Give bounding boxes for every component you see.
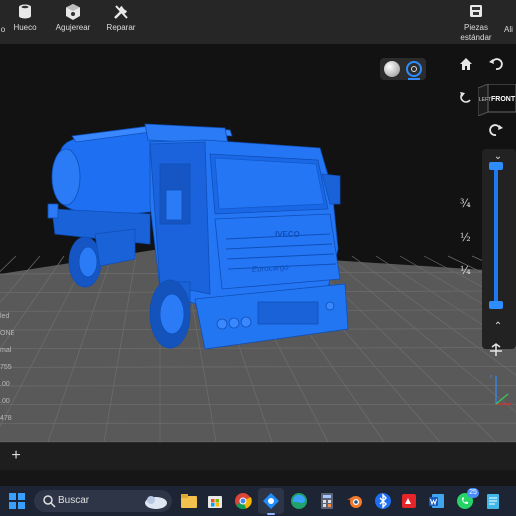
tool-partial-right-label: Ali — [504, 25, 513, 34]
status-line — [0, 470, 516, 486]
info-line: .00 — [0, 381, 10, 388]
info-line: led — [0, 313, 10, 320]
tool-drill-button[interactable]: Agujerear — [54, 0, 92, 44]
viewcube-left-face: LEFT — [479, 97, 492, 103]
microsoft-store-icon[interactable] — [206, 492, 224, 510]
rotate-cw-icon — [489, 124, 503, 136]
taskbar-search-box[interactable]: Buscar — [34, 490, 172, 512]
home-icon — [460, 58, 472, 70]
search-placeholder: Buscar — [58, 495, 90, 506]
zoom-label-three-quarters: ¾ — [460, 197, 471, 210]
top-toolbar: o Hueco Agujerear Reparar Piezas estánda… — [0, 0, 516, 44]
zoom-out-chevron-icon[interactable]: ⌃ — [492, 321, 504, 332]
tool-repair-label: Reparar — [106, 23, 136, 32]
slicer-app-icon[interactable] — [262, 492, 280, 510]
tool-hollow-button[interactable]: Hueco — [10, 0, 40, 44]
axis-gizmo: z — [490, 374, 512, 405]
cylinder-hollow-icon — [19, 4, 31, 19]
object-list-bar: + — [0, 442, 516, 470]
rotate-view-icon — [460, 92, 471, 103]
calculator-icon[interactable] — [318, 492, 336, 510]
home-view-button[interactable] — [456, 56, 476, 76]
tool-drill-label: Agujerear — [55, 23, 91, 32]
rotate-ccw-button[interactable] — [486, 56, 506, 76]
rotate-cw-button[interactable] — [486, 122, 506, 142]
tool-hollow-label: Hueco — [13, 23, 37, 32]
render-mode-toggle[interactable] — [380, 58, 426, 80]
viewcube[interactable]: LEFT FRONT — [477, 83, 516, 117]
3d-viewport[interactable]: IVECO Eurocargo led ONE mal 755 .00 .00 … — [0, 44, 516, 442]
zoom-in-chevron-icon[interactable]: ⌄ — [492, 151, 504, 162]
zoom-track[interactable] — [494, 164, 498, 304]
viewcube-front-face: FRONT — [491, 96, 516, 103]
lay-flat-button[interactable] — [486, 342, 506, 362]
search-highlight-icon — [145, 496, 167, 509]
info-line: mal — [0, 347, 12, 354]
standard-parts-icon — [470, 5, 482, 17]
cube-drill-icon — [66, 4, 80, 20]
solid-shading-icon[interactable] — [384, 61, 400, 77]
notepad-icon[interactable] — [484, 492, 502, 510]
zoom-slider[interactable]: ⌄ ¾ ½ ¼ ⌃ — [460, 149, 516, 349]
zoom-handle-top[interactable] — [489, 162, 503, 170]
slicer-app-active-indicator — [267, 513, 275, 515]
file-explorer-icon[interactable] — [180, 492, 198, 510]
svg-text:z: z — [490, 374, 493, 380]
tool-repair-button[interactable]: Reparar — [104, 0, 138, 44]
tool-cut-label: o — [0, 25, 6, 34]
bluetooth-icon[interactable] — [374, 492, 392, 510]
wrench-repair-icon — [114, 5, 128, 19]
blender-icon[interactable] — [346, 492, 364, 510]
search-icon — [43, 495, 56, 508]
zoom-handle-bottom[interactable] — [489, 301, 503, 309]
lay-flat-icon — [490, 343, 502, 356]
rotate-view-button[interactable] — [456, 90, 476, 110]
info-line: 755 — [0, 364, 12, 371]
truck-3d-model[interactable]: IVECO Eurocargo — [0, 44, 516, 442]
word-icon[interactable] — [428, 492, 446, 510]
add-object-button[interactable]: + — [8, 447, 24, 465]
xray-mode-icon[interactable] — [406, 61, 422, 77]
info-line: ONE — [0, 330, 14, 337]
chrome-icon[interactable] — [234, 492, 252, 510]
rotate-ccw-icon — [489, 58, 503, 70]
windows-start-icon[interactable] — [9, 493, 25, 509]
tool-cut-partial[interactable]: o — [0, 0, 6, 44]
windows-taskbar: Buscar 25 — [0, 486, 516, 516]
zoom-label-half: ½ — [460, 231, 471, 244]
tool-standard-parts-button[interactable]: Piezas estándar — [456, 0, 496, 44]
model-info-panel: led ONE mal 755 .00 .00 478 — [0, 312, 14, 431]
tool-standard-parts-label: Piezas estándar — [460, 23, 492, 42]
pdf-reader-icon[interactable] — [400, 492, 418, 510]
render-mode-active-indicator — [408, 78, 420, 80]
whatsapp-notification-badge: 25 — [467, 488, 479, 498]
zoom-label-quarter: ¼ — [460, 264, 471, 277]
info-line: 478 — [0, 415, 12, 422]
edge-icon[interactable] — [290, 492, 308, 510]
grille-brand-text: IVECO — [275, 230, 300, 239]
tool-partial-right[interactable]: Ali — [504, 0, 516, 44]
info-line: .00 — [0, 398, 10, 405]
